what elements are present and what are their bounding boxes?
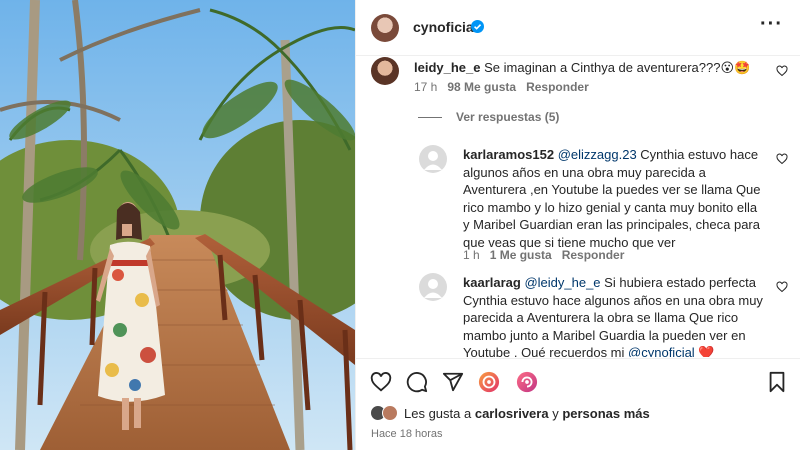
post-image bbox=[0, 0, 355, 450]
more-options-icon[interactable]: ··· bbox=[760, 14, 783, 34]
view-replies-label: Ver respuestas (5) bbox=[456, 110, 560, 124]
comment-likes[interactable]: 1 Me gusta bbox=[490, 248, 552, 262]
likes-user[interactable]: carlosrivera bbox=[475, 406, 549, 421]
default-avatar-icon bbox=[424, 151, 442, 170]
comment-likes[interactable]: 98 Me gusta bbox=[447, 80, 516, 94]
comment-bubble-icon[interactable] bbox=[406, 371, 428, 393]
like-comment-heart-icon[interactable] bbox=[776, 281, 788, 293]
post-header: cynoficial ··· bbox=[356, 0, 800, 56]
comment-avatar[interactable] bbox=[371, 57, 399, 85]
liker-avatar bbox=[382, 405, 398, 421]
likes-summary[interactable]: Les gusta a carlosrivera y personas más bbox=[370, 405, 650, 421]
comment-mention[interactable]: @leidy_he_e bbox=[524, 275, 600, 290]
like-comment-heart-icon[interactable] bbox=[776, 153, 788, 165]
share-send-icon[interactable] bbox=[442, 371, 464, 393]
like-heart-icon[interactable] bbox=[370, 371, 392, 393]
author-username[interactable]: cynoficial bbox=[413, 19, 478, 35]
author-avatar[interactable] bbox=[371, 14, 399, 42]
comment-username[interactable]: karlaramos152 bbox=[463, 147, 554, 162]
reel-remix-icon[interactable] bbox=[478, 371, 500, 393]
post-panel: cynoficial ··· leidy_he_e Se imaginan a … bbox=[355, 0, 800, 450]
comment-text: Cynthia estuvo hace algunos años en una … bbox=[463, 147, 761, 250]
comments-list: leidy_he_e Se imaginan a Cinthya de aven… bbox=[356, 57, 800, 357]
comment-username[interactable]: kaarlarag bbox=[463, 275, 521, 290]
comment-text: Se imaginan a Cinthya de aventurera???😮🤩 bbox=[484, 60, 751, 75]
post-photo[interactable] bbox=[0, 0, 355, 450]
red-heart-emoji: ❤️ bbox=[698, 345, 715, 357]
view-replies-button[interactable]: Ver respuestas (5) bbox=[418, 110, 559, 124]
reply-button[interactable]: Responder bbox=[526, 80, 589, 94]
effects-icon[interactable] bbox=[516, 371, 538, 393]
view-replies-line bbox=[418, 116, 442, 118]
post-time: Hace 18 horas bbox=[371, 428, 443, 440]
reply-button[interactable]: Responder bbox=[562, 248, 625, 262]
comment-time: 1 h bbox=[463, 248, 480, 262]
like-comment-heart-icon[interactable] bbox=[776, 65, 788, 77]
comment-avatar[interactable] bbox=[419, 273, 447, 301]
likes-others[interactable]: personas más bbox=[562, 406, 649, 421]
comment-avatar[interactable] bbox=[419, 145, 447, 173]
comment-username[interactable]: leidy_he_e bbox=[414, 60, 481, 75]
default-avatar-icon bbox=[424, 279, 442, 298]
bookmark-save-icon[interactable] bbox=[766, 371, 788, 393]
comment-end-mention[interactable]: @cynoficial bbox=[628, 345, 695, 357]
post-actions bbox=[356, 358, 800, 404]
likes-prefix: Les gusta a bbox=[404, 405, 472, 421]
likes-conj: y bbox=[552, 405, 559, 421]
comment-mention[interactable]: @elizzagg.23 bbox=[558, 147, 637, 162]
verified-badge-icon bbox=[471, 20, 484, 33]
comment-time: 17 h bbox=[414, 80, 438, 94]
